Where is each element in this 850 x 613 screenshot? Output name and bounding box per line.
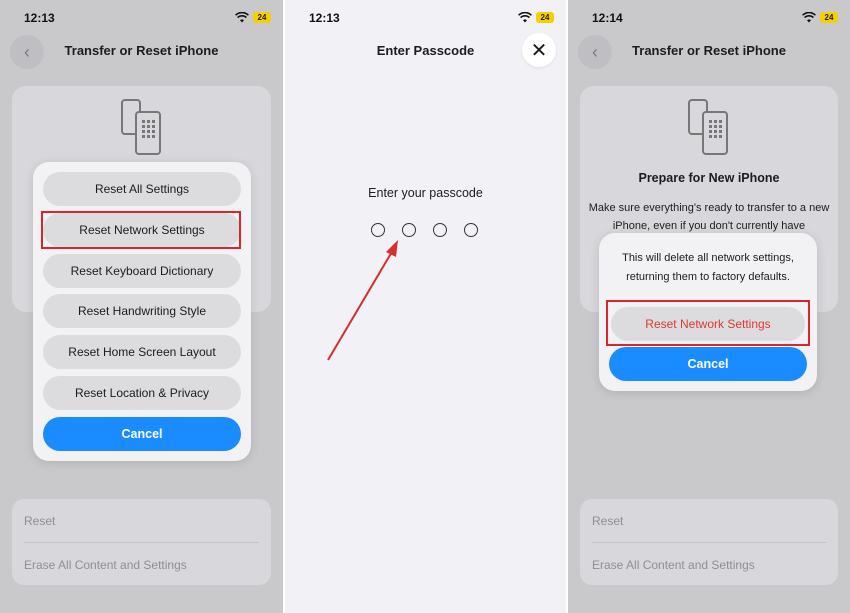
reset-keyboard-dictionary-button[interactable]: Reset Keyboard Dictionary bbox=[43, 254, 241, 288]
card-description: Make sure everything's ready to transfer… bbox=[588, 202, 830, 232]
status-bar: 12:14 24 bbox=[568, 10, 850, 28]
reset-list: Reset Erase All Content and Settings bbox=[580, 499, 838, 585]
reset-location-privacy-button[interactable]: Reset Location & Privacy bbox=[43, 376, 241, 410]
status-time: 12:14 bbox=[592, 11, 623, 25]
wifi-icon bbox=[235, 12, 249, 23]
cancel-button[interactable]: Cancel bbox=[43, 417, 241, 451]
reset-row[interactable]: Reset bbox=[24, 514, 55, 528]
page-title: Transfer or Reset iPhone bbox=[64, 43, 219, 58]
reset-list: Reset Erase All Content and Settings bbox=[12, 499, 271, 585]
reset-all-settings-button[interactable]: Reset All Settings bbox=[43, 172, 241, 206]
divider bbox=[592, 542, 826, 543]
status-bar: 12:13 24 bbox=[0, 10, 283, 28]
card-title: Prepare for New iPhone bbox=[638, 171, 780, 185]
transfer-phone-icon bbox=[120, 99, 161, 155]
screen-reset-options: 12:13 24 ‹ Transfer or Reset iPhone Rese… bbox=[0, 0, 283, 613]
screen-enter-passcode: 12:13 24 Enter Passcode ✕ Enter your pas… bbox=[285, 0, 566, 613]
divider bbox=[24, 542, 259, 543]
highlight-box bbox=[606, 300, 810, 346]
reset-home-screen-layout-button[interactable]: Reset Home Screen Layout bbox=[43, 335, 241, 369]
erase-all-row[interactable]: Erase All Content and Settings bbox=[24, 558, 187, 572]
annotation-arrow bbox=[327, 240, 398, 361]
cancel-button[interactable]: Cancel bbox=[609, 347, 807, 381]
highlight-box bbox=[41, 211, 241, 249]
battery-indicator: 24 bbox=[253, 12, 271, 23]
wifi-icon bbox=[802, 12, 816, 23]
reset-handwriting-style-button[interactable]: Reset Handwriting Style bbox=[43, 294, 241, 328]
reset-row[interactable]: Reset bbox=[592, 514, 623, 528]
page-title: Transfer or Reset iPhone bbox=[632, 43, 786, 58]
battery-indicator: 24 bbox=[820, 12, 838, 23]
screen-reset-confirmation: 12:14 24 ‹ Transfer or Reset iPhone Prep… bbox=[568, 0, 850, 613]
status-time: 12:13 bbox=[24, 11, 55, 25]
alert-message: This will delete all network settings, r… bbox=[622, 252, 794, 283]
transfer-phone-icon bbox=[688, 99, 728, 155]
reset-action-sheet: Reset All Settings Reset Network Setting… bbox=[33, 162, 251, 461]
erase-all-row[interactable]: Erase All Content and Settings bbox=[592, 558, 755, 572]
